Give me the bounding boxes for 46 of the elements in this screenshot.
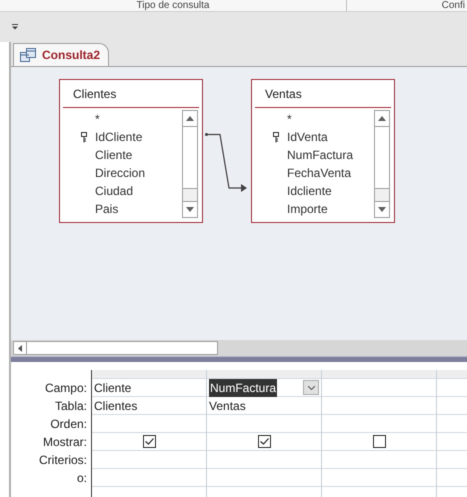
scroll-thumb[interactable] <box>183 127 197 189</box>
row-label: Campo: <box>44 380 87 397</box>
table-cell[interactable]: Ventas <box>209 396 246 414</box>
table-cell[interactable]: Clientes <box>94 396 138 414</box>
field-name[interactable]: Ciudad <box>95 182 134 200</box>
field-name[interactable]: Importe <box>287 200 328 218</box>
row-label: Mostrar: <box>42 434 87 451</box>
show-checkbox[interactable] <box>258 435 270 448</box>
scroll-up-icon[interactable] <box>183 111 197 127</box>
field-name[interactable]: Cliente <box>95 146 132 164</box>
show-checkbox[interactable] <box>372 435 386 448</box>
ribbon-group-label: Confi <box>442 0 465 11</box>
scroll-up-icon[interactable] <box>375 111 389 127</box>
table-title: Clientes <box>73 86 116 102</box>
table-title: Ventas <box>265 86 302 102</box>
scroll-down-icon[interactable] <box>183 201 197 217</box>
scroll-down-icon[interactable] <box>375 201 389 217</box>
row-label: o: <box>76 470 87 487</box>
ribbon-group-label: Tipo de consulta <box>136 0 210 11</box>
field-name[interactable]: Direccion <box>95 164 146 182</box>
field-name[interactable]: IdCliente <box>95 128 142 146</box>
field-cell[interactable]: NumFactura <box>209 378 278 396</box>
table-box[interactable]: Ventas * IdVenta NumFactura FechaVenta Idcliente Importe <box>251 79 395 223</box>
field-name[interactable]: NumFactura <box>287 146 354 164</box>
scroll-thumb[interactable] <box>375 127 389 189</box>
scrollbar[interactable] <box>182 110 198 218</box>
customize-toolbar-icon[interactable] <box>11 24 19 30</box>
dropdown-button[interactable] <box>303 380 319 395</box>
field-name[interactable]: Idcliente <box>287 182 332 200</box>
show-checkbox[interactable] <box>142 435 156 448</box>
scrollbar[interactable] <box>374 110 390 218</box>
horizontal-scrollbar[interactable] <box>13 341 218 355</box>
field-name[interactable]: * <box>95 110 100 128</box>
row-label: Tabla: <box>54 398 87 415</box>
table-box[interactable]: Clientes * IdCliente Cliente Direccion Ciudad Pais <box>59 79 203 223</box>
field-cell[interactable]: Cliente <box>94 378 132 396</box>
document-tab[interactable]: Consulta2 <box>13 43 109 66</box>
row-label: Criterios: <box>38 452 87 469</box>
row-label: Orden: <box>50 416 87 433</box>
query-icon <box>20 48 36 62</box>
field-name[interactable]: * <box>287 110 292 128</box>
chevron-down-icon <box>308 386 314 390</box>
field-name[interactable]: IdVenta <box>287 128 328 146</box>
field-name[interactable]: FechaVenta <box>287 164 352 182</box>
relationship-line <box>205 133 249 193</box>
field-name[interactable]: Pais <box>95 200 118 218</box>
